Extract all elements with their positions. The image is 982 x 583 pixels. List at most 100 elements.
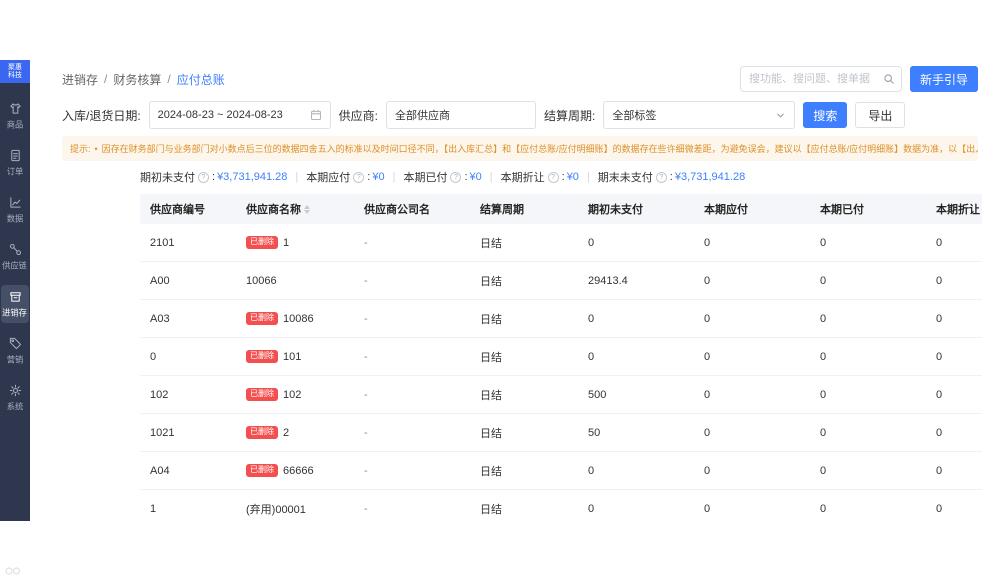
table-row[interactable]: 1021 已删除 2 - 日结 50 0 0 0 [140,414,982,452]
cell-current-payable: 0 [694,376,810,413]
global-search-input[interactable] [749,73,883,85]
cell-company-name: - [354,262,470,299]
table-row[interactable]: 1 (弃用)00001 - 日结 0 0 0 0 [140,490,982,521]
breadcrumb-separator: / [104,72,107,86]
date-filter-label: 入库/退货日期: [62,107,141,124]
breadcrumb-separator: / [167,72,170,86]
cell-company-name: - [354,414,470,451]
summary-bar: 期初未支付 ? : ¥3,731,941.28 | 本期应付 ? : ¥0 | … [140,169,982,185]
breadcrumb-current-page: 应付总账 [177,71,225,88]
info-icon[interactable]: ? [656,172,667,183]
cell-settle-cycle: 日结 [470,452,578,489]
summary-value: ¥0 [567,171,579,183]
table-row[interactable]: A04 已删除 66666 - 日结 0 0 0 0 [140,452,982,490]
summary-label: 期末未支付 [598,169,653,185]
column-header-supplier-name[interactable]: 供应商名称 [236,194,354,224]
breadcrumb: 进销存 / 财务核算 / 应付总账 [62,71,225,88]
cell-settle-cycle: 日结 [470,262,578,299]
cycle-value: 全部标签 [612,107,656,123]
cell-opening-unpaid: 500 [578,376,694,413]
sidebar-item-system[interactable]: 系统 [1,379,29,417]
supplier-name-text: 1 [283,237,289,249]
table-row[interactable]: 0 已删除 101 - 日结 0 0 0 0 [140,338,982,376]
cell-settle-cycle: 日结 [470,376,578,413]
sidebar-item-data[interactable]: 数据 [1,191,29,229]
summary-label: 本期已付 [403,169,447,185]
summary-label: 本期折让 [501,169,545,185]
cell-settle-cycle: 日结 [470,414,578,451]
table-row[interactable]: 2101 已删除 1 - 日结 0 0 0 0 [140,224,982,262]
topbar-right: 新手引导 [740,66,978,92]
column-header-company-name: 供应商公司名 [354,194,470,224]
filter-bar: 入库/退货日期: 2024-08-23 ~ 2024-08-23 供应商: 全部… [62,98,982,132]
sidebar-item-goods[interactable]: 商品 [1,97,29,135]
supplier-filter-label: 供应商: [339,107,378,124]
info-icon[interactable]: ? [353,172,364,183]
cell-current-paid: 0 [810,262,926,299]
breadcrumb-finance[interactable]: 财务核算 [113,71,161,88]
cell-supplier-code: A03 [140,300,236,337]
sidebar-item-label: 数据 [7,213,24,225]
sidebar-item-supply-chain[interactable]: 供应链 [1,238,29,276]
supplier-input[interactable]: 全部供应商 [386,101,536,129]
sidebar-item-label: 营销 [7,354,24,366]
breadcrumb-inventory[interactable]: 进销存 [62,71,98,88]
cell-current-discount: 0 [926,300,982,337]
sort-icon[interactable] [304,205,310,214]
table-row[interactable]: A00 10066 - 日结 29413.4 0 0 0 [140,262,982,300]
calendar-icon[interactable] [310,109,322,121]
cell-current-payable: 0 [694,452,810,489]
sidebar-item-orders[interactable]: 订单 [1,144,29,182]
supplier-name-text: 2 [283,427,289,439]
cell-current-payable: 0 [694,300,810,337]
table-row[interactable]: 102 已删除 102 - 日结 500 0 0 0 [140,376,982,414]
cycle-select[interactable]: 全部标签 [603,101,795,129]
search-button[interactable]: 搜索 [803,102,847,128]
info-icon[interactable]: ? [548,172,559,183]
column-header-opening-unpaid: 期初未支付 [578,194,694,224]
notice-label: 提示: [70,142,91,155]
sidebar-item-marketing[interactable]: 营销 [1,332,29,370]
info-icon[interactable]: ? [198,172,209,183]
cell-opening-unpaid: 0 [578,300,694,337]
cell-settle-cycle: 日结 [470,490,578,521]
summary-divider: | [490,171,493,183]
supplier-name-text: 10066 [246,275,277,287]
app-window: 聚惠科技 商品 订单 数据 [0,60,982,521]
summary-ending-unpaid: 期末未支付 ? : ¥3,731,941.28 [598,169,745,185]
date-range-input[interactable]: 2024-08-23 ~ 2024-08-23 [149,101,331,129]
export-button[interactable]: 导出 [855,102,905,128]
app-logo[interactable]: 聚惠科技 [0,60,30,83]
notice-bullet: • [95,144,98,154]
cell-current-paid: 0 [810,490,926,521]
deleted-badge: 已删除 [246,388,278,401]
table-row[interactable]: A03 已删除 10086 - 日结 0 0 0 0 [140,300,982,338]
cell-supplier-code: A00 [140,262,236,299]
cell-current-paid: 0 [810,414,926,451]
sidebar-item-inventory[interactable]: 进销存 [1,285,29,323]
chat-helper-icon[interactable] [5,563,21,581]
cell-opening-unpaid: 29413.4 [578,262,694,299]
cell-current-discount: 0 [926,338,982,375]
cell-current-paid: 0 [810,300,926,337]
cell-supplier-name: (弃用)00001 [236,490,354,521]
guide-button[interactable]: 新手引导 [910,66,978,92]
summary-current-paid: 本期已付 ? : ¥0 [403,169,481,185]
cell-company-name: - [354,452,470,489]
cell-supplier-name: 10066 [236,262,354,299]
supplier-value: 全部供应商 [395,107,450,123]
notice-text: 因存在财务部门与业务部门对小数点后三位的数据四舍五入的标准以及时间口径不同，【出… [102,142,978,155]
info-icon[interactable]: ? [450,172,461,183]
column-header-current-discount: 本期折让 [926,194,982,224]
notice-bar: 提示: • 因存在财务部门与业务部门对小数点后三位的数据四舍五入的标准以及时间口… [62,136,978,161]
deleted-badge: 已删除 [246,350,278,363]
cell-supplier-code: 1021 [140,414,236,451]
chevron-down-icon [775,110,786,121]
supplier-name-text: 101 [283,351,301,363]
cell-company-name: - [354,376,470,413]
cell-supplier-name: 已删除 10086 [236,300,354,337]
cell-company-name: - [354,224,470,261]
supplier-name-text: 10086 [283,313,314,325]
summary-value: ¥3,731,941.28 [675,171,745,183]
search-icon[interactable] [883,73,895,85]
